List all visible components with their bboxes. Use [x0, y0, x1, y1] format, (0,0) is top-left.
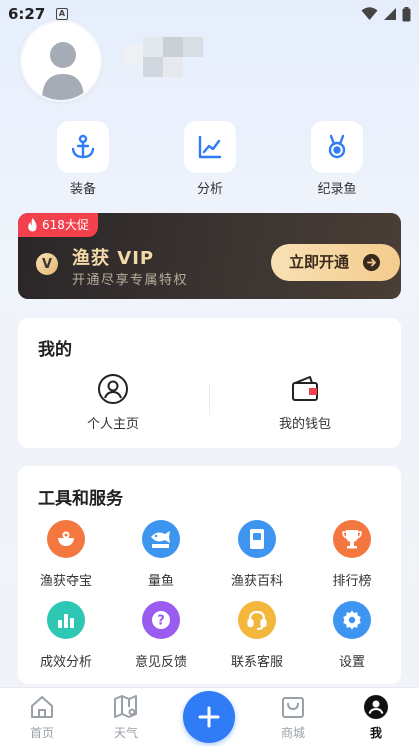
- system-icons: [361, 5, 411, 23]
- personal-homepage-label: 个人主页: [86, 417, 139, 432]
- tool-effect-analysis-label: 成效分析: [39, 655, 92, 670]
- headset-icon: [238, 601, 276, 639]
- tool-customer-service[interactable]: 联系客服: [212, 601, 302, 670]
- tab-home[interactable]: 首页: [12, 694, 72, 741]
- quick-action-analysis-label: 分析: [196, 182, 223, 197]
- tools-section-title: 工具和服务: [38, 489, 123, 509]
- fire-icon: [28, 218, 37, 232]
- tab-me[interactable]: 我: [346, 694, 406, 741]
- tool-customer-service-label: 联系客服: [230, 655, 283, 670]
- tool-leaderboard-label: 排行榜: [332, 574, 372, 589]
- vip-subtitle: 开通尽享专属特权: [72, 273, 189, 288]
- username-pixelated: [123, 37, 203, 77]
- my-wallet-item[interactable]: 我的钱包: [265, 373, 345, 432]
- vip-title: 渔获 VIP: [72, 248, 155, 269]
- notification-icon: A: [56, 8, 68, 20]
- question-icon: ?: [142, 601, 180, 639]
- bar-chart-icon: [47, 601, 85, 639]
- tool-catch-encyclopedia[interactable]: 渔获百科: [212, 520, 302, 589]
- wifi-icon: [361, 7, 378, 20]
- default-avatar-icon: [24, 24, 100, 100]
- quick-action-equipment[interactable]: [57, 121, 109, 173]
- tool-catch-treasure-label: 渔获夺宝: [39, 574, 92, 589]
- treasure-bowl-icon: [47, 520, 85, 558]
- battery-icon: [402, 6, 411, 21]
- tool-effect-analysis[interactable]: 成效分析: [21, 601, 111, 670]
- plus-icon: [198, 706, 220, 728]
- arrow-right-icon: [363, 254, 380, 271]
- tool-catch-encyclopedia-label: 渔获百科: [230, 574, 283, 589]
- quick-action-analysis[interactable]: [184, 121, 236, 173]
- tool-leaderboard[interactable]: 排行榜: [307, 520, 397, 589]
- tool-feedback[interactable]: ? 意见反馈: [116, 601, 206, 670]
- anchor-icon: [71, 134, 95, 159]
- vip-banner[interactable]: 618大促 V 渔获 VIP 开通尽享专属特权 立即开通: [18, 213, 401, 299]
- tool-feedback-label: 意见反馈: [134, 655, 187, 670]
- line-chart-icon: [198, 135, 222, 159]
- shop-bag-icon: [282, 697, 304, 718]
- tool-measure-fish-label: 量鱼: [147, 574, 174, 589]
- quick-action-record-fish-label: 纪录鱼: [317, 182, 357, 197]
- svg-text:?: ?: [157, 614, 165, 629]
- avatar[interactable]: [20, 20, 102, 102]
- home-icon: [31, 696, 53, 718]
- tab-me-label: 我: [369, 726, 382, 740]
- wallet-icon: [292, 376, 318, 401]
- tab-shop-label: 商城: [280, 726, 305, 740]
- vip-badge-icon: V: [36, 253, 58, 275]
- tool-settings[interactable]: 设置: [307, 601, 397, 670]
- tool-catch-treasure[interactable]: 渔获夺宝: [21, 520, 111, 589]
- tab-weather[interactable]: 天气: [96, 694, 156, 741]
- promo-tag-label: 618大促: [42, 218, 89, 232]
- medal-icon: [328, 134, 346, 159]
- mine-divider: [209, 383, 210, 415]
- weather-map-icon: [114, 695, 137, 718]
- mine-section-title: 我的: [38, 340, 72, 360]
- add-button[interactable]: [183, 691, 235, 743]
- tab-shop[interactable]: 商城: [263, 694, 323, 741]
- personal-homepage-item[interactable]: 个人主页: [73, 373, 153, 432]
- person-circle-icon: [98, 374, 128, 404]
- tab-weather-label: 天气: [113, 726, 138, 740]
- trophy-icon: [333, 520, 371, 558]
- encyclopedia-book-icon: [238, 520, 276, 558]
- quick-action-record-fish[interactable]: [311, 121, 363, 173]
- profile-icon: [364, 695, 388, 719]
- quick-action-equipment-label: 装备: [69, 182, 96, 197]
- tool-settings-label: 设置: [338, 655, 365, 670]
- status-time: 6:27: [8, 5, 46, 23]
- my-wallet-label: 我的钱包: [278, 417, 331, 432]
- vip-activate-button[interactable]: 立即开通: [271, 244, 400, 281]
- signal-icon: [384, 8, 396, 20]
- tab-home-label: 首页: [29, 726, 54, 740]
- vip-activate-label: 立即开通: [289, 253, 350, 271]
- promo-tag: 618大促: [18, 213, 98, 237]
- tool-measure-fish[interactable]: 量鱼: [116, 520, 206, 589]
- fish-ruler-icon: [142, 520, 180, 558]
- gear-icon: [333, 601, 371, 639]
